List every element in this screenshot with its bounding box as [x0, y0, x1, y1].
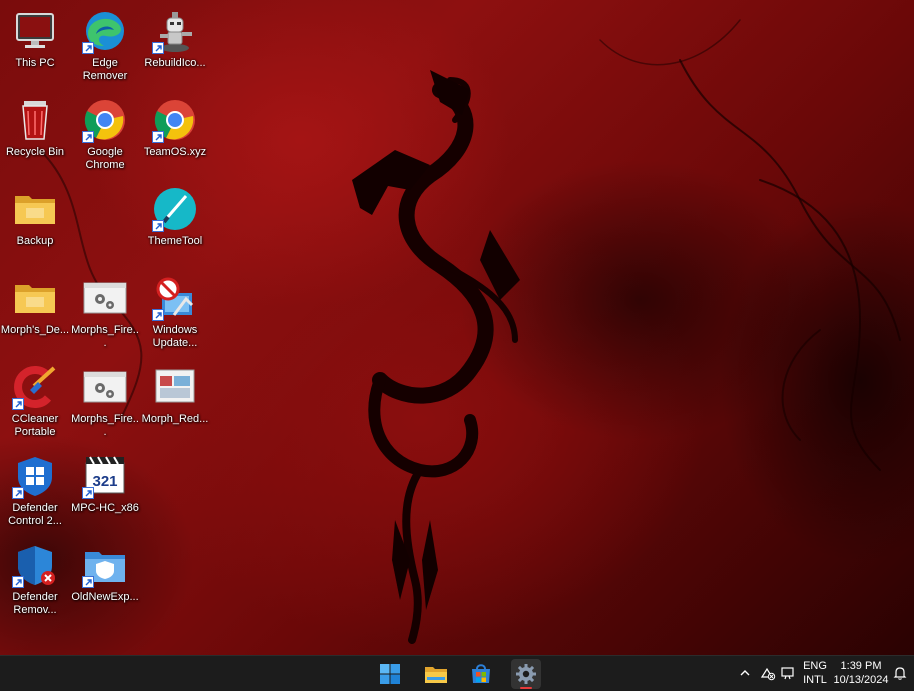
- defender-remover-icon: [12, 542, 58, 588]
- desktop-icon-label: Defender Remov...: [12, 591, 58, 616]
- notification-bell-icon[interactable]: [892, 665, 908, 681]
- desktop-icon-this-pc[interactable]: This PC: [0, 4, 70, 90]
- show-hidden-icons-chevron-icon[interactable]: [738, 665, 752, 681]
- file-explorer-button[interactable]: [421, 659, 451, 689]
- shortcut-arrow-icon: [152, 220, 164, 232]
- taskbar: ENG INTL 1:39 PM 10/13/2024: [0, 655, 914, 691]
- desktop-icon-chrome[interactable]: Google Chrome: [70, 93, 140, 179]
- svg-text:321: 321: [92, 473, 117, 490]
- recycle-bin-icon: [12, 97, 58, 143]
- edge-icon: [82, 8, 128, 54]
- gear-icon: [516, 664, 536, 684]
- folder-icon: [425, 667, 447, 683]
- settings-file-icon: [82, 275, 128, 321]
- shortcut-arrow-icon: [82, 42, 94, 54]
- desktop-icon-recycle-bin[interactable]: Recycle Bin: [0, 93, 70, 179]
- mpc-hc-icon: 321: [82, 453, 128, 499]
- store-icon: [472, 664, 490, 683]
- desktop-icon-folder[interactable]: Morph's_De...: [0, 271, 70, 357]
- language-top: ENG: [803, 660, 827, 672]
- desktop-icon-label: Morphs_Fire...: [71, 413, 139, 438]
- settings-file-icon: [82, 364, 128, 410]
- shortcut-arrow-icon: [152, 42, 164, 54]
- network-icon[interactable]: [760, 665, 776, 681]
- shortcut-arrow-icon: [12, 576, 24, 588]
- shortcut-arrow-icon: [82, 576, 94, 588]
- desktop-icon-windows-update-blocker[interactable]: Windows Update...: [140, 271, 210, 357]
- desktop-icon-label: Edge Remover: [82, 57, 128, 82]
- windows-update-blocker-icon: [152, 275, 198, 321]
- shortcut-arrow-icon: [12, 487, 24, 499]
- desktop-icon-label: Morph's_De...: [0, 324, 70, 336]
- theme-tool-icon: [152, 186, 198, 232]
- this-pc-icon: [12, 8, 58, 54]
- desktop-icon-label: Morph_Red...: [141, 413, 209, 425]
- language-indicator[interactable]: ENG INTL: [800, 659, 830, 687]
- desktop-icon-label: RebuildIco...: [144, 57, 206, 69]
- folder-icon: [12, 275, 58, 321]
- desktop-icon-label: Defender Control 2...: [8, 502, 62, 527]
- desktop-icon-defender-remover[interactable]: Defender Remov...: [0, 538, 70, 624]
- clock-time: 1:39 PM: [840, 660, 882, 672]
- desktop-icon-settings-file[interactable]: Morphs_Fire...: [70, 360, 140, 446]
- desktop-icon-chrome[interactable]: TeamOS.xyz: [140, 93, 210, 179]
- oldnewexplorer-icon: [82, 542, 128, 588]
- desktop-icon-label: Backup: [16, 235, 54, 247]
- volume-icon[interactable]: [780, 665, 796, 681]
- registry-file-icon: [152, 364, 198, 410]
- start-button[interactable]: [375, 659, 405, 689]
- ccleaner-icon: [12, 364, 58, 410]
- desktop-wallpaper: This PC Edge Remover RebuildIco... Recycle …: [0, 0, 914, 655]
- shortcut-arrow-icon: [152, 131, 164, 143]
- desktop-icon-defender-control[interactable]: Defender Control 2...: [0, 449, 70, 535]
- desktop-icon-label: ThemeTool: [147, 235, 203, 247]
- desktop-icon-label: OldNewExp...: [71, 591, 139, 603]
- robot-icon: [152, 8, 198, 54]
- chrome-icon: [82, 97, 128, 143]
- windows-logo-icon: [380, 664, 400, 684]
- folder-icon: [12, 186, 58, 232]
- language-bottom: INTL: [803, 674, 827, 686]
- desktop-icon-robot[interactable]: RebuildIco...: [140, 4, 210, 90]
- settings-button[interactable]: [511, 659, 541, 689]
- desktop-icon-edge[interactable]: Edge Remover: [70, 4, 140, 90]
- chrome-icon: [152, 97, 198, 143]
- desktop-icon-theme-tool[interactable]: ThemeTool: [140, 182, 210, 268]
- desktop-icon-oldnewexplorer[interactable]: OldNewExp...: [70, 538, 140, 624]
- clock[interactable]: 1:39 PM 10/13/2024: [830, 659, 892, 687]
- desktop-icon-settings-file[interactable]: Morphs_Fire...: [70, 271, 140, 357]
- desktop-icon-mpc-hc[interactable]: 321 MPC-HC_x86: [70, 449, 140, 535]
- shortcut-arrow-icon: [82, 487, 94, 499]
- desktop-icon-ccleaner[interactable]: CCleaner Portable: [0, 360, 70, 446]
- desktop-icon-label: TeamOS.xyz: [143, 146, 207, 158]
- shortcut-arrow-icon: [82, 131, 94, 143]
- desktop-icon-label: Morphs_Fire...: [71, 324, 139, 349]
- desktop-icon-label: Recycle Bin: [5, 146, 65, 158]
- desktop-icon-folder[interactable]: Backup: [0, 182, 70, 268]
- desktop-icon-registry-file[interactable]: Morph_Red...: [140, 360, 210, 446]
- desktop-icon-label: MPC-HC_x86: [71, 502, 139, 514]
- defender-control-icon: [12, 453, 58, 499]
- shortcut-arrow-icon: [152, 309, 164, 321]
- shortcut-arrow-icon: [12, 398, 24, 410]
- desktop-icon-label: Windows Update...: [152, 324, 198, 349]
- microsoft-store-button[interactable]: [466, 659, 496, 689]
- clock-date: 10/13/2024: [833, 674, 889, 686]
- desktop-icon-label: This PC: [15, 57, 55, 69]
- desktop-icon-label: Google Chrome: [85, 146, 125, 171]
- desktop-icon-label: CCleaner Portable: [11, 413, 59, 438]
